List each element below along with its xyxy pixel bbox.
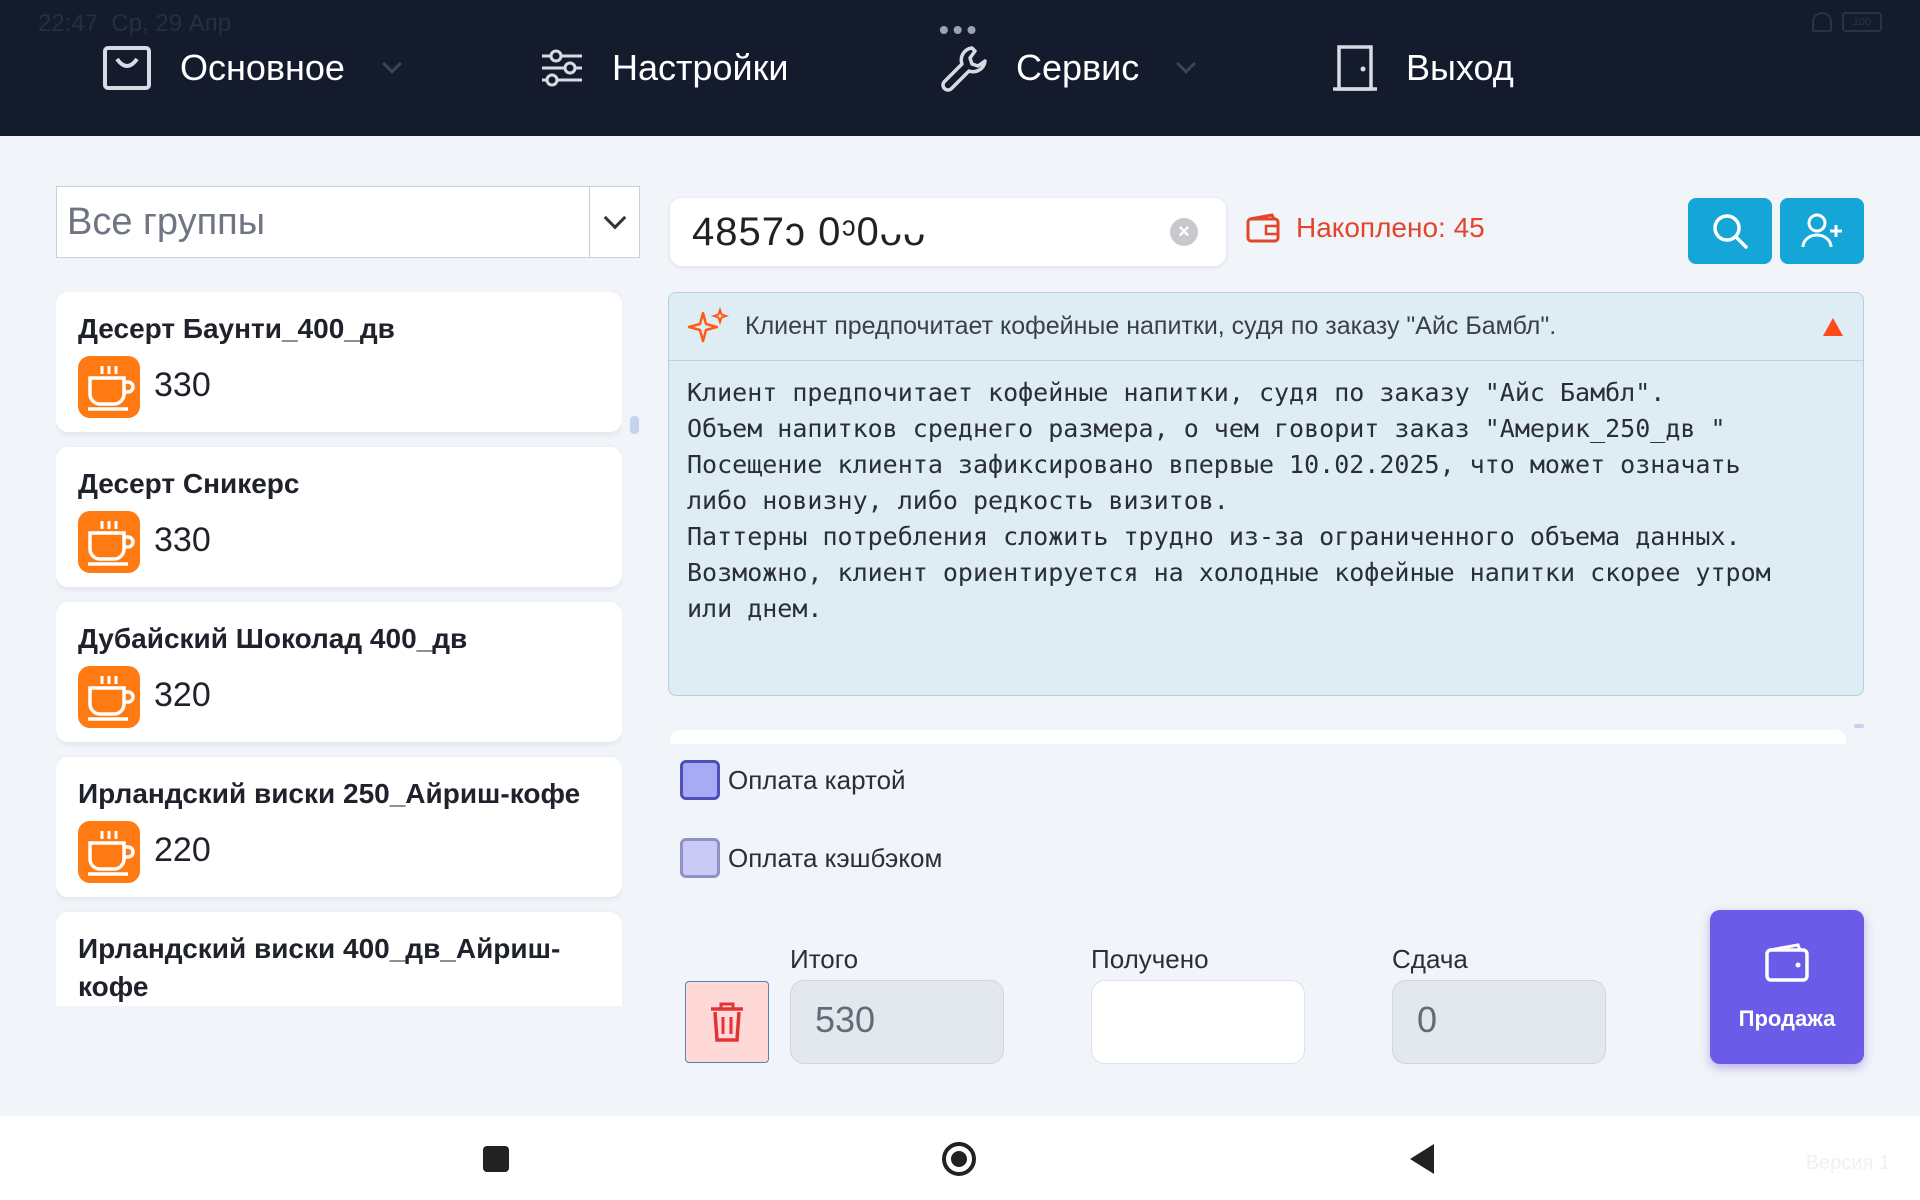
pay-card-option[interactable]: Оплата картой (680, 760, 906, 800)
menu-item-exit[interactable]: Выход (1330, 40, 1514, 96)
menu-item-service[interactable]: Сервис (938, 40, 1197, 96)
product-price: 320 (154, 676, 211, 714)
group-select[interactable]: Все группы (56, 186, 640, 258)
order-list-edge (670, 730, 1846, 744)
bag-icon (103, 46, 151, 90)
menu-label-exit: Выход (1406, 47, 1514, 88)
coffee-cup-icon (78, 821, 140, 883)
ai-insight-body: Клиент предпочитает кофейные напитки, су… (687, 378, 1771, 623)
wallet-icon (1765, 943, 1809, 982)
ai-insight-panel: Клиент предпочитает кофейные напитки, су… (668, 292, 1864, 696)
status-icons: 100 (1812, 12, 1882, 32)
recent-apps-icon[interactable] (483, 1146, 509, 1172)
status-time: 22:47 Ср, 29 Апр (38, 10, 231, 38)
menu-item-main[interactable]: Основное (100, 40, 402, 96)
group-select-value: Все группы (67, 201, 266, 243)
product-name: Десерт Сникерс (78, 468, 300, 499)
menu-label-settings: Настройки (612, 47, 789, 88)
order-list-scrollbar[interactable] (1854, 724, 1864, 728)
product-name: Ирландский виски 250_Айриш-кофе (78, 778, 581, 809)
clear-icon[interactable]: × (1170, 218, 1198, 246)
ai-insight-title: Клиент предпочитает кофейные напитки, су… (745, 312, 1557, 340)
home-icon[interactable] (942, 1142, 976, 1176)
wallet-icon (1246, 213, 1280, 243)
coffee-cup-icon (78, 356, 140, 418)
door-icon (1333, 45, 1377, 91)
ai-insight-header[interactable]: Клиент предпочитает кофейные напитки, су… (669, 293, 1863, 361)
chevron-down-icon (603, 206, 626, 230)
product-price: 330 (154, 366, 211, 404)
product-card[interactable]: Десерт Сникерс 330 (56, 447, 622, 587)
product-card[interactable]: Ирландский виски 400_дв_Айриш-кофе (56, 912, 622, 1006)
pay-cashback-option[interactable]: Оплата кэшбэком (680, 838, 942, 878)
battery-icon: 100 (1842, 12, 1882, 32)
menu-label-service: Сервис (1016, 47, 1140, 88)
top-menu-bar: 22:47 Ср, 29 Апр ••• 100 Основное Настро… (0, 0, 1920, 136)
card-number-value: 4857ↄ 0ᵓ0ᴗᴗ (692, 210, 927, 254)
received-label: Получено (1091, 944, 1209, 974)
add-user-button[interactable] (1780, 198, 1864, 264)
wrench-icon (941, 46, 987, 92)
group-select-toggle[interactable] (589, 187, 639, 257)
received-input[interactable] (1091, 980, 1305, 1064)
search-icon (1713, 214, 1748, 249)
status-clock: 22:47 (38, 10, 99, 37)
product-price: 220 (154, 831, 211, 869)
back-icon[interactable] (1410, 1144, 1434, 1174)
system-nav-bar: Версия 1 (0, 1116, 1920, 1200)
pay-cashback-label: Оплата кэшбэком (728, 842, 943, 873)
sale-label: Продажа (1738, 1006, 1836, 1031)
product-name: Десерт Баунти_400_дв (78, 313, 395, 344)
total-field: 530 (790, 980, 1004, 1064)
search-button[interactable] (1688, 198, 1772, 264)
clear-order-button[interactable] (685, 981, 769, 1063)
trash-icon (711, 1002, 743, 1042)
product-name: Дубайский Шоколад 400_дв (78, 623, 468, 654)
pay-cashback-checkbox[interactable] (680, 838, 720, 878)
sparkle-icon (687, 306, 729, 342)
chevron-down-icon (382, 54, 402, 74)
change-field: 0 (1392, 980, 1606, 1064)
product-list: Десерт Баунти_400_дв 330 Десерт Сникерс (56, 292, 622, 1006)
accumulated-bonus: Накоплено: 45 (1246, 212, 1485, 244)
menu-label-main: Основное (180, 47, 345, 88)
total-label: Итого (790, 944, 859, 974)
product-card[interactable]: Десерт Баунти_400_дв 330 (56, 292, 622, 432)
product-card[interactable]: Ирландский виски 250_Айриш-кофе 220 (56, 757, 622, 897)
sliders-icon (542, 49, 582, 87)
accumulated-text: Накоплено: 45 (1296, 212, 1485, 243)
chevron-down-icon (1176, 54, 1197, 74)
product-card[interactable]: Дубайский Шоколад 400_дв 320 (56, 602, 622, 742)
product-list-scrollbar[interactable] (630, 416, 639, 434)
change-label: Сдача (1392, 944, 1468, 974)
menu-item-settings[interactable]: Настройки (538, 40, 789, 96)
coffee-cup-icon (78, 666, 140, 728)
coffee-cup-icon (78, 511, 140, 573)
collapse-triangle-icon[interactable] (1823, 317, 1843, 336)
pay-card-label: Оплата картой (728, 764, 906, 795)
wifi-icon (1812, 12, 1832, 32)
add-user-icon (1801, 213, 1842, 248)
card-number-input[interactable]: 4857ↄ 0ᵓ0ᴗᴗ × (670, 198, 1226, 266)
version-label: Версия 1 (1805, 1152, 1890, 1174)
status-date: Ср, 29 Апр (111, 10, 232, 37)
product-name: Ирландский виски 400_дв_Айриш-кофе (78, 933, 561, 1002)
product-price: 330 (154, 521, 211, 559)
sale-button[interactable]: Продажа (1710, 910, 1864, 1064)
pay-card-checkbox[interactable] (680, 760, 720, 800)
